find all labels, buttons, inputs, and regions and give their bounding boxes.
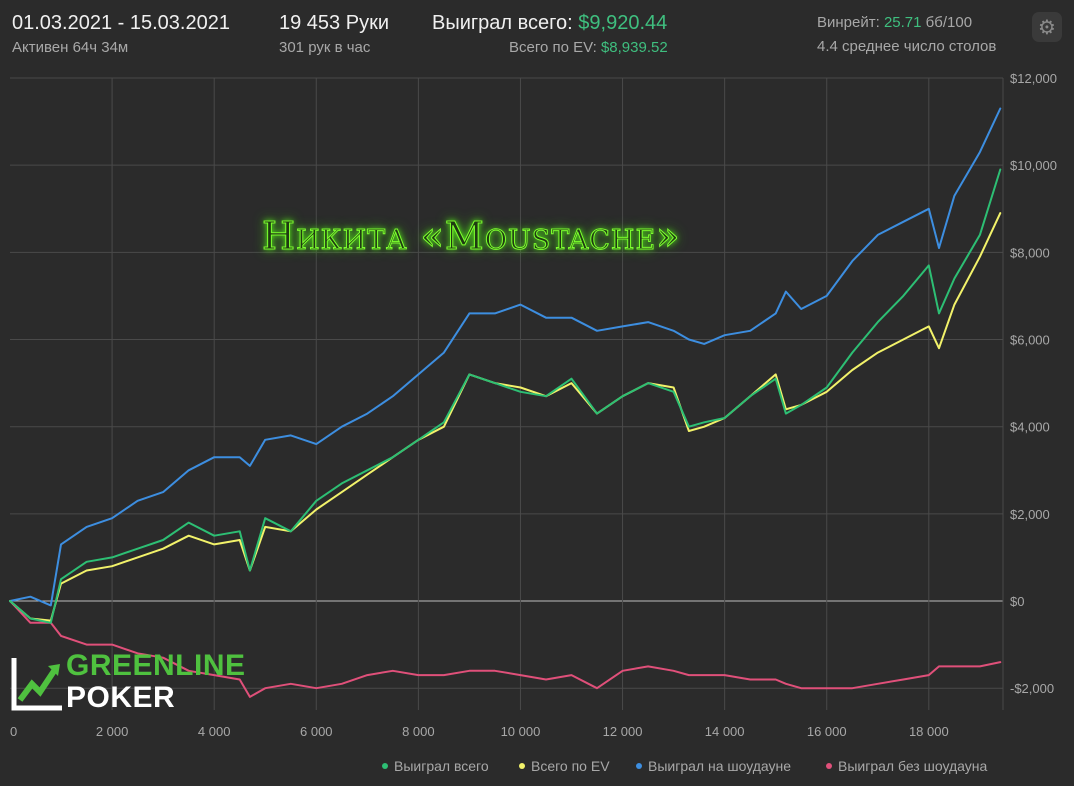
chart-series (9, 107, 1002, 698)
player-name: Никита «Moustache» (261, 214, 681, 259)
x-tick-label: 0 (10, 724, 17, 739)
x-tick-label: 12 000 (603, 724, 643, 739)
x-tick-label: 4 000 (198, 724, 231, 739)
legend-label: Выиграл всего (394, 758, 489, 774)
legend-item-non-showdown[interactable]: Выиграл без шоудауна (826, 758, 987, 774)
legend-label: Выиграл на шоудауне (648, 758, 792, 774)
y-tick-label: $4,000 (1010, 420, 1050, 435)
greenline-logo-icon (11, 658, 62, 711)
y-tick-label: -$2,000 (1010, 681, 1054, 696)
legend-dot-showdown (636, 763, 642, 770)
legend-item-ev[interactable]: Всего по EV (519, 758, 610, 774)
x-tick-label: 8 000 (402, 724, 435, 739)
x-tick-label: 10 000 (501, 724, 541, 739)
logo-text: GREENLINE POKER (66, 650, 246, 714)
logo-line2: POKER (66, 681, 176, 714)
x-tick-label: 6 000 (300, 724, 333, 739)
x-tick-label: 14 000 (705, 724, 745, 739)
legend-label: Выиграл без шоудауна (838, 758, 988, 774)
x-axis-ticks: 0 2 000 4 000 6 000 8 000 10 000 12 000 14 000 1… (10, 724, 949, 739)
legend-dot-won-total (382, 763, 388, 770)
y-axis-ticks: -$2,000 $0 $2,000 $4,000 $6,000 $8,000 $10,000… (1010, 71, 1057, 696)
y-tick-label: $0 (1010, 594, 1024, 609)
y-tick-label: $10,000 (1010, 158, 1057, 173)
x-tick-label: 18 000 (909, 724, 949, 739)
logo-line1: GREENLINE (66, 649, 246, 682)
series-showdown-line (9, 107, 1002, 607)
legend-item-showdown[interactable]: Выиграл на шоудауне (636, 758, 791, 774)
y-tick-label: $12,000 (1010, 71, 1057, 86)
y-tick-label: $8,000 (1010, 245, 1050, 260)
chart-grid (10, 77, 1004, 710)
legend-label: Всего по EV (531, 758, 610, 774)
legend-dot-non-showdown (826, 763, 832, 770)
y-tick-label: $2,000 (1010, 507, 1050, 522)
series-ev-line (9, 212, 1002, 622)
legend-item-won-total[interactable]: Выиграл всего (382, 758, 489, 774)
x-tick-label: 16 000 (807, 724, 847, 739)
x-tick-label: 2 000 (96, 724, 129, 739)
legend-dot-ev (519, 763, 525, 770)
y-tick-label: $6,000 (1010, 333, 1050, 348)
